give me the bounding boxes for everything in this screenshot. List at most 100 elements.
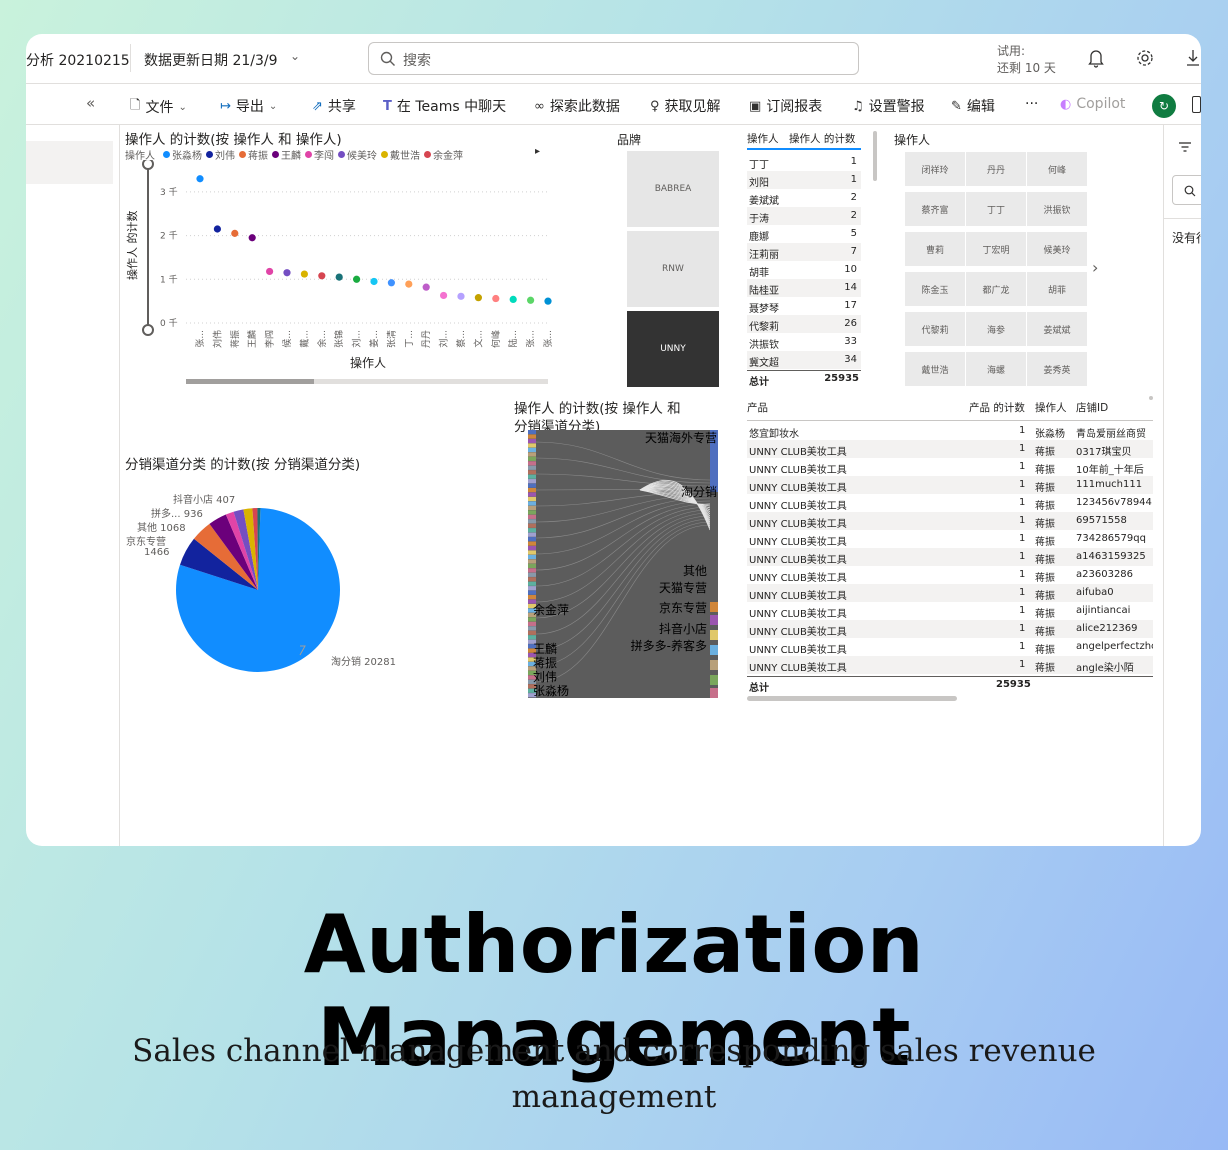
explore-data-button[interactable]: ∞ 探索此数据: [534, 96, 620, 116]
table-row[interactable]: 冀文超 34: [747, 351, 861, 369]
scatter-point[interactable]: [266, 267, 274, 276]
sankey-left-node[interactable]: [528, 447, 536, 453]
sankey-left-node[interactable]: [528, 505, 536, 511]
y-zoom-handle-bottom[interactable]: [142, 324, 154, 336]
scrollbar[interactable]: [873, 131, 877, 181]
table-row[interactable]: UNNY CLUB美妆工具 1 蒋振 a1463159325: [747, 548, 1153, 566]
operator-tile[interactable]: 丁宏明: [966, 232, 1026, 266]
scatter-point[interactable]: [527, 296, 535, 304]
sankey-left-node[interactable]: [528, 630, 536, 635]
sankey-left-node[interactable]: [528, 541, 536, 546]
operator-tile[interactable]: 戴世浩: [905, 352, 965, 386]
table-row[interactable]: 汪莉丽 7: [747, 243, 861, 261]
report-title[interactable]: 分析 20210215: [26, 50, 130, 70]
filter-search-input[interactable]: [1172, 175, 1201, 205]
table-row[interactable]: UNNY CLUB美妆工具 1 蒋振 69571558: [747, 512, 1153, 530]
scatter-point[interactable]: [509, 295, 517, 303]
table-row[interactable]: 洪振钦 33: [747, 333, 861, 351]
sankey-left-node[interactable]: [528, 545, 536, 551]
scatter-point[interactable]: [544, 297, 552, 305]
sankey-left-node[interactable]: [528, 483, 536, 488]
chevron-right-icon[interactable]: ›: [1092, 258, 1098, 277]
sankey-left-node[interactable]: [528, 563, 536, 568]
scatter-point[interactable]: [370, 277, 378, 286]
col-header-store-id[interactable]: 店铺ID: [1076, 400, 1108, 415]
operator-tile[interactable]: 洪振钦: [1027, 192, 1087, 226]
scatter-point[interactable]: [283, 269, 291, 277]
sankey-left-node[interactable]: [528, 474, 536, 479]
sankey-right-node[interactable]: [710, 688, 718, 698]
brand-tile-unny[interactable]: UNNY: [627, 311, 719, 387]
scatter-point[interactable]: [405, 280, 413, 288]
table-row[interactable]: UNNY CLUB美妆工具 1 蒋振 10年前_十年后: [747, 458, 1153, 476]
scatter-point[interactable]: [248, 234, 256, 242]
operator-tile[interactable]: 海参: [966, 312, 1026, 346]
table-row[interactable]: 胡菲 10: [747, 261, 861, 279]
sankey-left-node[interactable]: [528, 537, 536, 542]
table-row[interactable]: 刘阳 1: [747, 171, 861, 189]
sankey-left-node[interactable]: [528, 479, 536, 484]
scatter-point[interactable]: [231, 229, 239, 237]
page-nav-item[interactable]: [26, 141, 113, 184]
more-options-button[interactable]: ···: [1025, 96, 1038, 112]
edit-button[interactable]: ✎ 编辑: [951, 96, 995, 116]
sankey-left-node[interactable]: [528, 501, 536, 506]
table-row[interactable]: UNNY CLUB美妆工具 1 蒋振 734286579qq: [747, 530, 1153, 548]
table-row[interactable]: 陆桂亚 14: [747, 279, 861, 297]
insights-button[interactable]: ♀ 获取见解: [650, 96, 721, 116]
sankey-left-node[interactable]: [528, 621, 536, 626]
table-row[interactable]: UNNY CLUB美妆工具 1 蒋振 angelperfectzhc: [747, 638, 1153, 656]
table-row[interactable]: UNNY CLUB美妆工具 1 蒋振 a23603286: [747, 566, 1153, 584]
sankey-left-node[interactable]: [528, 487, 536, 493]
operator-tile[interactable]: 姜斌斌: [1027, 312, 1087, 346]
scatter-point[interactable]: [300, 270, 308, 278]
scatter-point[interactable]: [457, 292, 465, 300]
table-row[interactable]: UNNY CLUB美妆工具 1 蒋振 alice212369: [747, 620, 1153, 638]
horizontal-scrollbar[interactable]: [747, 696, 957, 701]
y-zoom-handle-top[interactable]: [142, 160, 154, 170]
table-row[interactable]: 代黎莉 26: [747, 315, 861, 333]
scatter-point[interactable]: [422, 283, 430, 291]
sankey-right-node[interactable]: [710, 645, 718, 655]
col-header-operator[interactable]: 操作人: [1035, 400, 1067, 415]
export-menu[interactable]: ↦ 导出 ⌄: [220, 96, 277, 116]
sankey-right-node[interactable]: [710, 492, 718, 602]
chevron-down-icon[interactable]: ⌄: [290, 49, 300, 63]
filter-icon[interactable]: [1178, 141, 1192, 153]
col-header-count[interactable]: 操作人 的计数: [789, 131, 855, 146]
subscribe-button[interactable]: ▣ 订阅报表: [749, 96, 822, 116]
sankey-left-node[interactable]: [528, 465, 536, 470]
sankey-left-node[interactable]: [528, 528, 536, 533]
sankey-left-node[interactable]: [528, 438, 536, 444]
sankey-left-node[interactable]: [528, 452, 536, 457]
operator-tile[interactable]: 海螺: [966, 352, 1026, 386]
operator-tile[interactable]: 代黎莉: [905, 312, 965, 346]
table-row[interactable]: 悠宜卸妆水 1 张淼杨 青岛爱丽丝商贸: [747, 422, 1153, 440]
sankey-left-node[interactable]: [528, 430, 536, 435]
sankey-left-node[interactable]: [528, 586, 536, 591]
table-row[interactable]: 鹿娜 5: [747, 225, 861, 243]
scatter-point[interactable]: [318, 272, 326, 280]
comment-icon[interactable]: [1192, 96, 1201, 113]
sankey-right-node[interactable]: [710, 675, 718, 685]
sankey-left-node[interactable]: [528, 577, 536, 582]
legend-next-icon[interactable]: ▸: [535, 146, 540, 157]
sankey-left-node[interactable]: [528, 568, 536, 573]
operator-tile[interactable]: 都广龙: [966, 272, 1026, 306]
col-header-product[interactable]: 产品: [747, 400, 768, 415]
sankey-left-node[interactable]: [528, 581, 536, 586]
sankey-right-node[interactable]: [710, 630, 718, 640]
operator-tile[interactable]: 陈金玉: [905, 272, 965, 306]
scatter-point[interactable]: [196, 175, 204, 183]
sankey-left-node[interactable]: [528, 443, 536, 448]
share-button[interactable]: ⇗ 共享: [312, 96, 356, 116]
sankey-left-node[interactable]: [528, 510, 536, 515]
sankey-left-node[interactable]: [528, 635, 536, 640]
operator-tile[interactable]: 丁丁: [966, 192, 1026, 226]
sankey-left-node[interactable]: [528, 595, 536, 600]
operator-tile[interactable]: 丹丹: [966, 152, 1026, 186]
alert-button[interactable]: ♫ 设置警报: [852, 96, 925, 116]
sankey-left-node[interactable]: [528, 514, 536, 519]
table-row[interactable]: UNNY CLUB美妆工具 1 蒋振 123456v78944: [747, 494, 1153, 512]
operator-tile[interactable]: 蔡齐富: [905, 192, 965, 226]
